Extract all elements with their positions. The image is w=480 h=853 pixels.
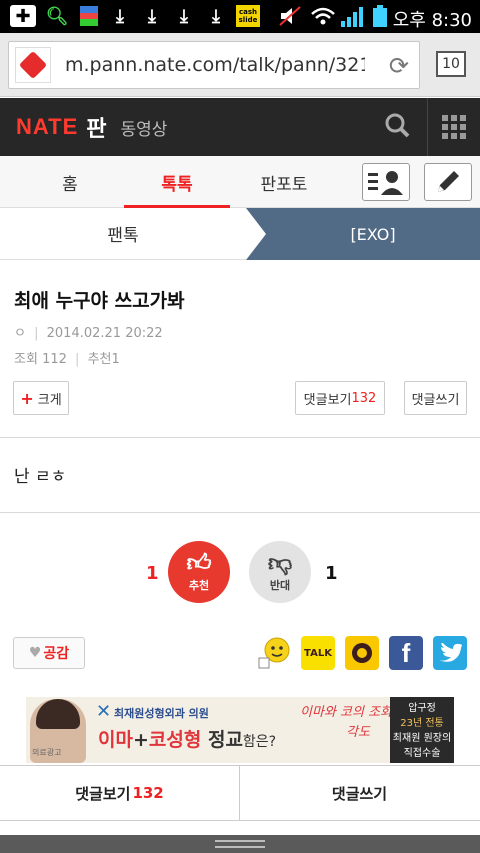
upvote-button[interactable]: 👍︎ 추천 (168, 541, 230, 603)
nav-tabs: 홈 톡톡 판포토 (0, 156, 480, 208)
emoticon-icon[interactable] (257, 636, 291, 670)
drag-handle-icon[interactable] (215, 840, 265, 848)
downvote-button[interactable]: 👎︎ 반대 (249, 541, 311, 603)
clinic-logo-icon: ✕ (96, 701, 112, 722)
profile-button[interactable] (362, 163, 410, 201)
search-icon: 🔍︎ (45, 5, 69, 27)
divider (0, 437, 480, 438)
upvote-count: 1 (146, 563, 159, 584)
profile-list-icon (368, 171, 403, 195)
site-favicon-icon (15, 47, 51, 83)
upvote-label: 추천 (188, 579, 210, 592)
ad-headline: 이마+코성형 정교함은? (98, 729, 277, 751)
post-date: 2014.02.21 20:22 (46, 326, 163, 341)
site-header: NATE 판 동영상 (0, 98, 480, 156)
view-comments-label: 댓글보기 (303, 392, 352, 408)
bottom-view-comments-label: 댓글보기 (75, 784, 131, 803)
recommend-count: 1 (111, 352, 120, 367)
pan-logo[interactable]: 판 (86, 111, 106, 143)
pencil-icon (438, 171, 459, 192)
article-title: 최애 누구야 쓰고가봐 (14, 290, 185, 312)
add-icon: ✚ (10, 5, 36, 27)
search-icon[interactable] (384, 112, 410, 145)
gallery-icon (80, 5, 98, 27)
thumbs-up-icon: 👍︎ (186, 549, 212, 577)
battery-icon (372, 5, 388, 27)
tab-panphoto[interactable]: 판포토 (232, 156, 336, 208)
tab-switcher-button[interactable]: 10 (436, 51, 466, 77)
video-link[interactable]: 동영상 (121, 115, 168, 140)
bottom-handle-bar[interactable] (0, 835, 480, 853)
status-bar: ✚ 🔍︎ ⤓ ⤓ ⤓ ⤓ cash slide 오후 8:30 (0, 0, 480, 33)
article-meta-author: ㅇ | 2014.02.21 20:22 (14, 326, 163, 341)
views-label: 조회 (14, 352, 38, 367)
tab-home[interactable]: 홈 (18, 156, 122, 208)
author-name[interactable]: ㅇ (14, 326, 26, 341)
wifi-icon (310, 5, 336, 27)
download-icon: ⤓ (116, 5, 124, 27)
empathy-label: 공감 (43, 646, 70, 662)
bottom-comment-count: 132 (132, 784, 164, 802)
ad-disclaimer: 의료광고 (32, 748, 62, 757)
ad-banner[interactable]: ✕ 최재원성형외과 의원 이마+코성형 정교함은? 이마와 코의 조화로운 각도… (26, 697, 454, 763)
browser-toolbar: m.pann.nate.com/talk/pann/3214 ⟳ 10 (0, 33, 480, 97)
download-icon: ⤓ (180, 5, 188, 27)
facebook-icon[interactable]: f (389, 636, 423, 670)
reload-icon[interactable]: ⟳ (389, 52, 409, 80)
ad-right-panel: 압구정 23년 전통 최재원 원장의 직접수술 (390, 697, 454, 763)
tab-toktok[interactable]: 톡톡 (124, 156, 230, 208)
menu-grid-icon[interactable] (442, 115, 466, 139)
address-bar[interactable]: m.pann.nate.com/talk/pann/3214 ⟳ (8, 41, 420, 89)
kakaostory-icon[interactable] (345, 636, 379, 670)
category-exo[interactable]: [EXO] (266, 208, 480, 260)
category-bar: 팬톡 [EXO] (0, 208, 480, 260)
downvote-label: 반대 (269, 579, 291, 592)
heart-icon: ♥ (28, 645, 42, 661)
bottom-action-bar: 댓글보기 132 댓글쓰기 (0, 765, 480, 821)
url-text[interactable]: m.pann.nate.com/talk/pann/3214 (65, 54, 365, 76)
bottom-write-comment-button[interactable]: 댓글쓰기 (240, 766, 479, 820)
signal-icon (340, 5, 366, 27)
article-body: 난 ㄹㅎ (14, 467, 67, 487)
ad-clinic-name: 최재원성형외과 의원 (114, 707, 209, 720)
downvote-count: 1 (325, 563, 338, 584)
font-bigger-button[interactable]: + 크게 (13, 381, 69, 415)
write-comment-button[interactable]: 댓글쓰기 (404, 381, 467, 415)
plus-icon: + (20, 388, 34, 408)
kakaotalk-icon[interactable]: TALK (301, 636, 335, 670)
twitter-icon[interactable] (433, 636, 467, 670)
nate-logo[interactable]: NATE (16, 114, 78, 140)
mute-icon (278, 5, 302, 27)
divider (0, 512, 480, 513)
thumbs-down-icon: 👎︎ (267, 549, 293, 577)
article-meta-stats: 조회 112 | 추천1 (14, 352, 120, 367)
footer-strip (0, 822, 480, 835)
bigger-label: 크게 (37, 392, 62, 408)
category-arrow (246, 208, 266, 260)
view-comments-button[interactable]: 댓글보기 132 (295, 381, 385, 415)
download-icon: ⤓ (148, 5, 156, 27)
category-fantalk[interactable]: 팬톡 (0, 208, 246, 260)
write-button[interactable] (424, 163, 472, 201)
empathy-button[interactable]: ♥ 공감 (13, 637, 85, 669)
comment-count: 132 (351, 390, 377, 406)
status-time: 오후 8:30 (392, 10, 472, 31)
cashslide-icon: cash slide (236, 5, 260, 27)
bottom-view-comments-button[interactable]: 댓글보기 132 (0, 766, 239, 820)
download-icon: ⤓ (212, 5, 220, 27)
header-divider (427, 98, 428, 156)
views-count: 112 (42, 352, 67, 367)
recommend-label: 추천 (87, 352, 112, 367)
